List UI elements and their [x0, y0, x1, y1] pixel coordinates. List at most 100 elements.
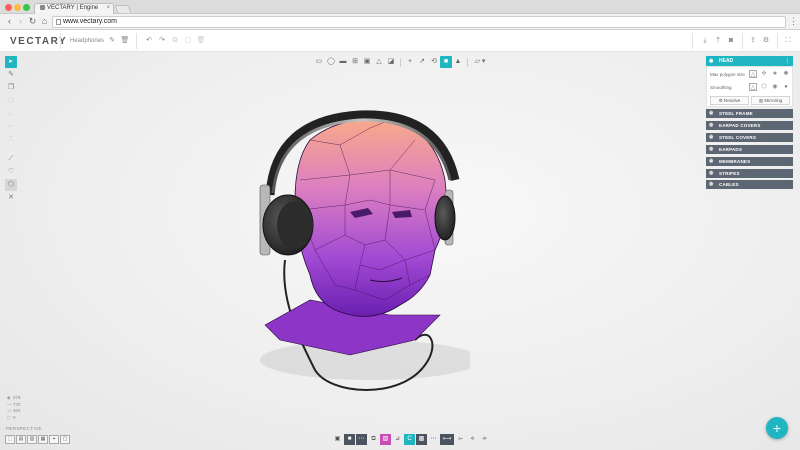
view-button-3[interactable]: ▥: [27, 435, 37, 444]
forward-icon[interactable]: ›: [15, 16, 26, 27]
reload-icon[interactable]: ↻: [27, 16, 38, 27]
back-icon[interactable]: ‹: [4, 16, 15, 27]
corner-tool-icon[interactable]: ∟: [5, 108, 17, 120]
smoothing-mid-icon[interactable]: ◉: [771, 83, 779, 91]
copy-icon[interactable]: ⧉: [170, 36, 180, 46]
eye-icon[interactable]: ◉: [709, 180, 714, 189]
redo-icon[interactable]: ↷: [157, 36, 167, 46]
eye-icon[interactable]: ◉: [709, 121, 714, 130]
view-button-1[interactable]: ⬚: [5, 435, 15, 444]
add-object-button[interactable]: +: [766, 417, 788, 439]
polygon-tool-icon[interactable]: ⬡: [5, 179, 17, 191]
color-swatch-icon[interactable]: ▧: [380, 434, 391, 445]
layer-cables[interactable]: ◉ CABLES: [706, 180, 793, 189]
browser-tab[interactable]: VECTARY | Engine ×: [34, 3, 114, 14]
address-bar[interactable]: www.vectary.com: [52, 16, 786, 28]
link-icon[interactable]: ⟷: [440, 434, 454, 445]
view-dropdown-icon[interactable]: ▱ ▾: [471, 56, 489, 68]
polygon-small-icon[interactable]: △: [749, 70, 757, 78]
layer-stripes[interactable]: ◉ STRIPES: [706, 169, 793, 178]
view-button-6[interactable]: ▢: [60, 435, 70, 444]
eye-icon[interactable]: ◉: [709, 169, 714, 178]
gradient-icon[interactable]: ⊿: [392, 434, 403, 445]
mirroring-button[interactable]: ▥ Mirroring: [751, 96, 790, 105]
smoothing-high-icon[interactable]: ●: [782, 83, 790, 91]
layer-earpad-covers[interactable]: ◉ EARPAD COVERS: [706, 121, 793, 130]
knife-tool-icon[interactable]: ⟋: [5, 153, 17, 165]
browser-menu-icon[interactable]: ⋮: [789, 16, 798, 27]
subdivide-icon[interactable]: ⊞: [349, 56, 361, 68]
layer-earpads[interactable]: ◉ EARPADS: [706, 145, 793, 154]
polygon-medium-icon[interactable]: ✣: [760, 70, 768, 78]
vectary-logo[interactable]: VECTARY: [10, 36, 67, 47]
face-mode-icon[interactable]: ■: [440, 56, 452, 68]
bevel-tool-icon[interactable]: ⌐: [5, 121, 17, 133]
fullscreen-icon[interactable]: ⛶: [783, 36, 793, 46]
deform-tool-icon[interactable]: ♡: [5, 166, 17, 178]
3d-model-head-with-headphones[interactable]: [240, 100, 470, 410]
minimize-window-button[interactable]: [14, 4, 21, 11]
trash-icon[interactable]: 🗑: [120, 36, 130, 46]
view-button-4[interactable]: ▦: [38, 435, 48, 444]
select-tool-icon[interactable]: ▸: [5, 56, 17, 68]
layer-head-active[interactable]: ◉ HEAD ⋮: [706, 56, 793, 66]
close-window-button[interactable]: [5, 4, 12, 11]
bridge-icon[interactable]: ◪: [385, 56, 397, 68]
draw-tool-icon[interactable]: ✎: [5, 69, 17, 81]
resolve-button[interactable]: ⚙ Resolve: [710, 96, 749, 105]
brush-icon[interactable]: ⟡: [467, 434, 478, 445]
material-icon[interactable]: ▣: [332, 434, 343, 445]
scale-icon[interactable]: ↗: [416, 56, 428, 68]
eye-icon[interactable]: ◉: [709, 109, 714, 118]
paste-icon[interactable]: ▢: [183, 36, 193, 46]
polygon-large-icon[interactable]: ★: [771, 70, 779, 78]
eye-icon[interactable]: ◉: [709, 133, 714, 142]
smoothing-low-icon[interactable]: ⬡: [760, 83, 768, 91]
polygon-xlarge-icon[interactable]: ✺: [782, 70, 790, 78]
pencil-icon[interactable]: ✎: [107, 36, 117, 46]
delete-icon[interactable]: 🗑: [196, 36, 206, 46]
edge-loop-icon[interactable]: ▬: [337, 56, 349, 68]
share-icon[interactable]: ⇪: [748, 36, 758, 46]
maximize-window-button[interactable]: [23, 4, 30, 11]
cut-tool-icon[interactable]: ⎍: [5, 134, 17, 146]
undo-icon[interactable]: ↶: [144, 36, 154, 46]
solid-shading-icon[interactable]: ■: [344, 434, 355, 445]
layer-membranes[interactable]: ◉ MEMBRANES: [706, 157, 793, 166]
upload-icon[interactable]: ⤒: [713, 36, 723, 46]
path-icon[interactable]: ⟜: [455, 434, 466, 445]
vertex-mode-icon[interactable]: ▲: [452, 56, 464, 68]
camera-icon[interactable]: ◙: [726, 36, 736, 46]
settings-icon[interactable]: ⚙: [761, 36, 771, 46]
home-icon[interactable]: ⌂: [39, 16, 50, 27]
move-icon[interactable]: +: [404, 56, 416, 68]
texture-icon[interactable]: ▩: [416, 434, 427, 445]
eye-icon[interactable]: ◉: [709, 145, 714, 154]
wire-shading-icon[interactable]: ⋯: [356, 434, 367, 445]
download-icon[interactable]: ⤓: [700, 36, 710, 46]
triangle-icon[interactable]: △: [373, 56, 385, 68]
select-lasso-icon[interactable]: ◯: [325, 56, 337, 68]
extrude-icon[interactable]: ▣: [361, 56, 373, 68]
curve-mode-icon[interactable]: C: [404, 434, 415, 445]
sculpt-icon[interactable]: ⟢: [479, 434, 490, 445]
camera-mode-label[interactable]: PERSPECTIVE: [6, 426, 42, 431]
smoothing-none-icon[interactable]: △: [749, 83, 757, 91]
primitive-tool-icon[interactable]: ◻: [5, 95, 17, 107]
eye-icon[interactable]: ◉: [709, 157, 714, 166]
more-icon[interactable]: ⋮: [785, 56, 790, 66]
view-button-2[interactable]: ▤: [16, 435, 26, 444]
transform-tool-icon[interactable]: ✕: [5, 192, 17, 204]
layer-steel-frame[interactable]: ◉ STEEL FRAME: [706, 109, 793, 118]
more-options-icon[interactable]: ⋯: [428, 434, 439, 445]
new-tab-button[interactable]: [114, 5, 132, 13]
project-name[interactable]: Headphones: [70, 38, 104, 44]
layer-steel-covers[interactable]: ◉ STEEL COVERS: [706, 133, 793, 142]
eye-icon[interactable]: ◉: [709, 56, 713, 66]
rotate-icon[interactable]: ⟲: [428, 56, 440, 68]
duplicate-tool-icon[interactable]: ❐: [5, 82, 17, 94]
view-button-5[interactable]: ⌖: [49, 435, 59, 444]
select-rect-icon[interactable]: ▭: [313, 56, 325, 68]
layers-icon[interactable]: ⧉: [368, 434, 379, 445]
tab-close-icon[interactable]: ×: [106, 5, 110, 11]
